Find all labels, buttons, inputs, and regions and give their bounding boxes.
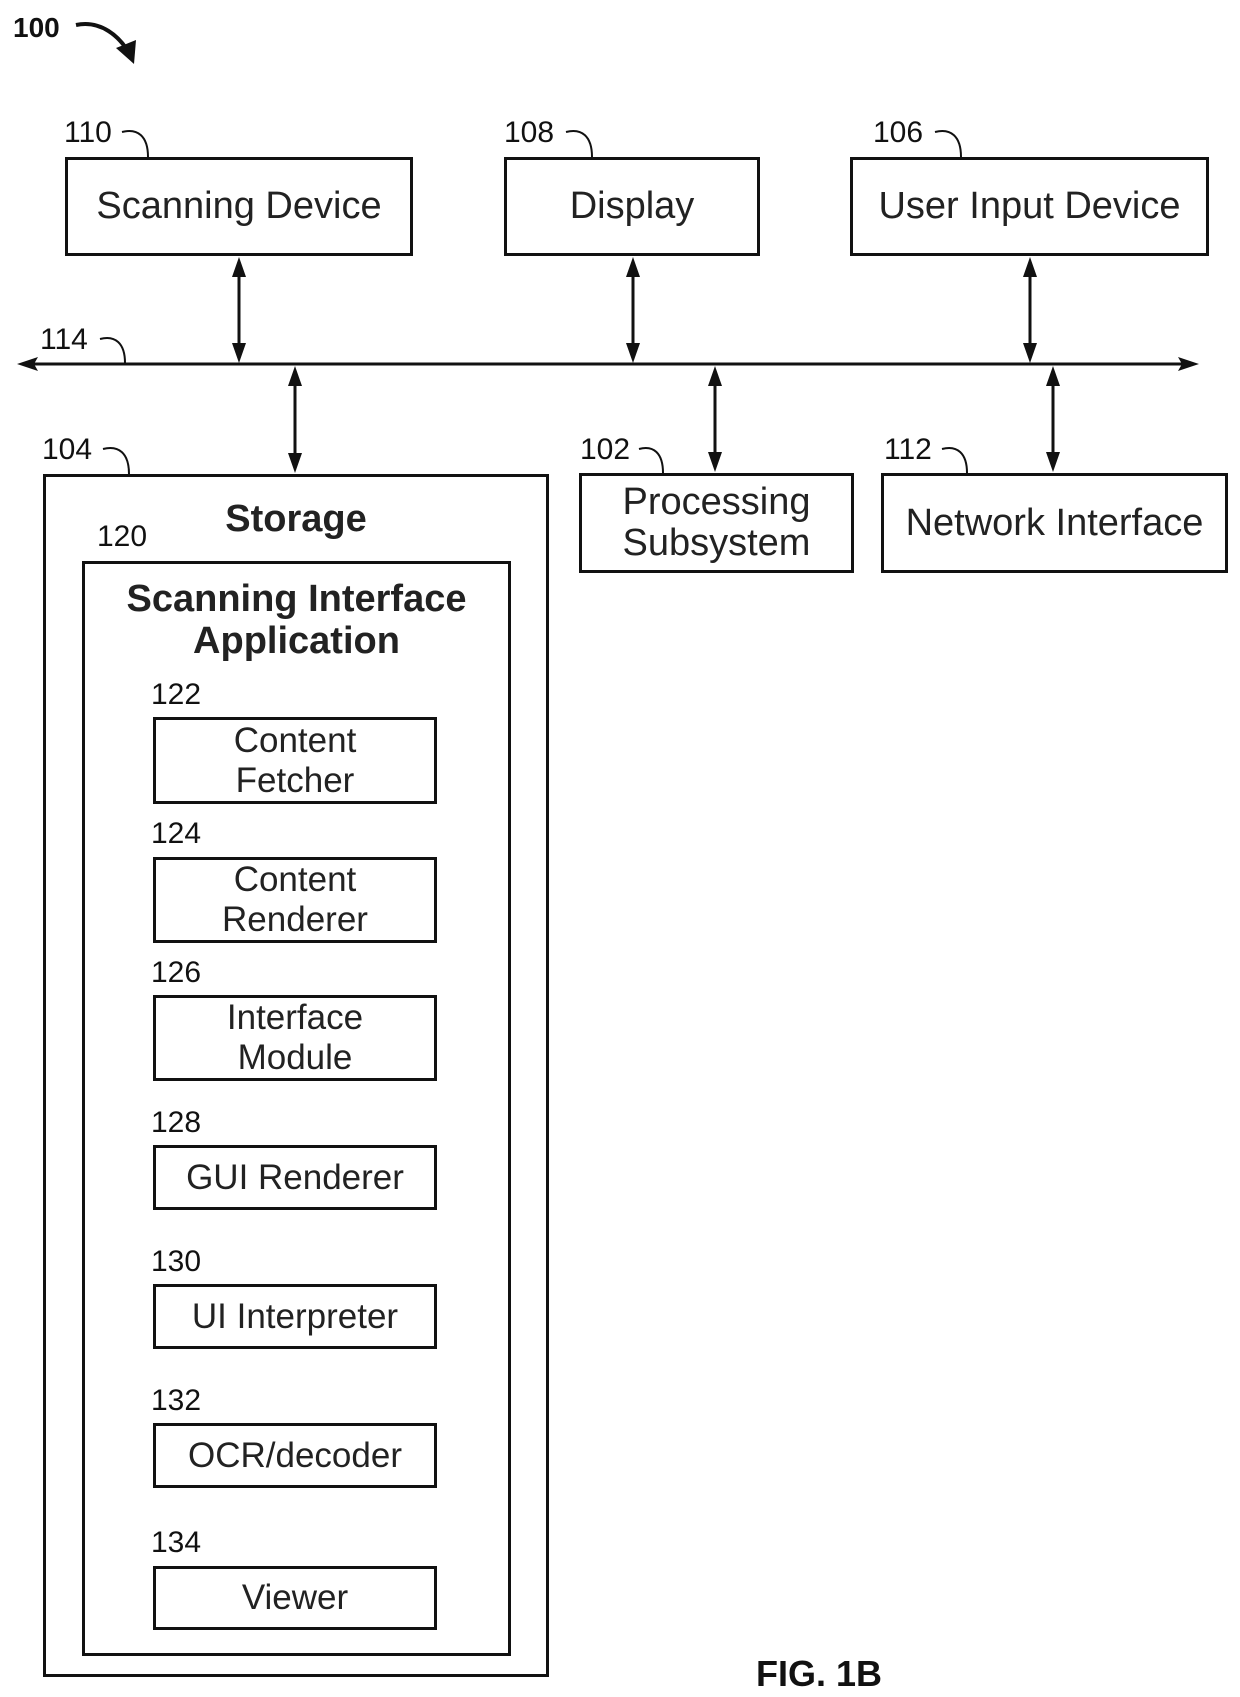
ui-interpreter-label: UI Interpreter [191, 1296, 399, 1336]
processing-subsystem-ref: 102 [580, 433, 631, 466]
leader-106 [934, 130, 962, 158]
diagram-id-arrowhead [116, 40, 136, 64]
user-input-device-box: User Input Device [850, 157, 1209, 256]
content-fetcher-line-2: Fetcher [235, 760, 355, 800]
content-fetcher-line-1: Content [233, 720, 357, 760]
content-renderer-box: Content Renderer [153, 857, 437, 943]
user-input-device-ref: 106 [873, 116, 924, 149]
content-fetcher-ref: 122 [151, 678, 202, 711]
network-interface-box: Network Interface [881, 473, 1228, 573]
display-box: Display [504, 157, 760, 256]
network-interface-ref: 112 [884, 433, 932, 466]
application-title: Scanning Interface Application [82, 578, 511, 662]
gui-renderer-label: GUI Renderer [186, 1157, 404, 1197]
interface-module-line-1: Interface [226, 998, 364, 1037]
processing-subsystem-box: Processing Subsystem [579, 473, 854, 573]
application-title-line-1: Scanning Interface [126, 578, 467, 620]
ocr-decoder-box: OCR/decoder [153, 1423, 437, 1488]
application-title-line-2: Application [193, 620, 400, 662]
scanning-device-label: Scanning Device [96, 185, 382, 227]
display-ref: 108 [504, 116, 555, 149]
processing-subsystem-line-2: Subsystem [622, 522, 811, 564]
scanning-device-box: Scanning Device [65, 157, 413, 256]
interface-module-box: Interface Module [153, 995, 437, 1081]
ocr-decoder-ref: 132 [151, 1384, 202, 1417]
ui-interpreter-box: UI Interpreter [153, 1284, 437, 1349]
user-input-bus-arrow [1023, 257, 1037, 363]
block-diagram: 100 114 110 Scanning Device 108 Display … [0, 0, 1240, 1697]
scanning-device-ref: 110 [64, 116, 112, 149]
display-label: Display [569, 185, 695, 227]
processing-subsystem-label: Processing Subsystem [623, 482, 811, 564]
interface-module-line-2: Module [237, 1038, 353, 1077]
gui-renderer-ref: 128 [151, 1106, 202, 1139]
interface-module-ref: 126 [151, 956, 202, 989]
bus-ref-label: 114 [40, 323, 88, 356]
interface-module-label: Interface Module [227, 998, 363, 1078]
diagram-id: 100 [13, 12, 60, 43]
leader-108 [565, 130, 593, 158]
viewer-box: Viewer [153, 1566, 437, 1630]
leader-104 [102, 447, 130, 475]
content-fetcher-label: Content Fetcher [234, 721, 357, 801]
figure-label: FIG. 1B [756, 1653, 883, 1694]
viewer-label: Viewer [241, 1578, 349, 1617]
ocr-decoder-label: OCR/decoder [188, 1435, 402, 1475]
content-renderer-line-1: Content [233, 860, 357, 899]
processing-subsystem-line-1: Processing [622, 481, 811, 523]
scanning-device-bus-arrow [232, 257, 246, 363]
storage-ref: 104 [42, 433, 93, 466]
viewer-ref: 134 [151, 1526, 202, 1559]
display-bus-arrow [626, 257, 640, 363]
leader-112 [941, 447, 968, 474]
leader-110 [121, 130, 149, 158]
content-renderer-line-2: Renderer [222, 900, 368, 939]
gui-renderer-box: GUI Renderer [153, 1145, 437, 1210]
processing-bus-arrow [708, 366, 722, 472]
content-renderer-ref: 124 [151, 817, 202, 850]
network-interface-label: Network Interface [905, 501, 1204, 544]
ui-interpreter-ref: 130 [151, 1245, 202, 1278]
network-bus-arrow [1046, 366, 1060, 472]
user-input-device-label: User Input Device [878, 185, 1181, 227]
leader-114 [99, 337, 126, 364]
storage-bus-arrow [288, 366, 302, 473]
content-fetcher-box: Content Fetcher [153, 717, 437, 804]
leader-102 [638, 447, 664, 474]
application-ref: 120 [97, 520, 148, 553]
content-renderer-label: Content Renderer [222, 860, 368, 940]
